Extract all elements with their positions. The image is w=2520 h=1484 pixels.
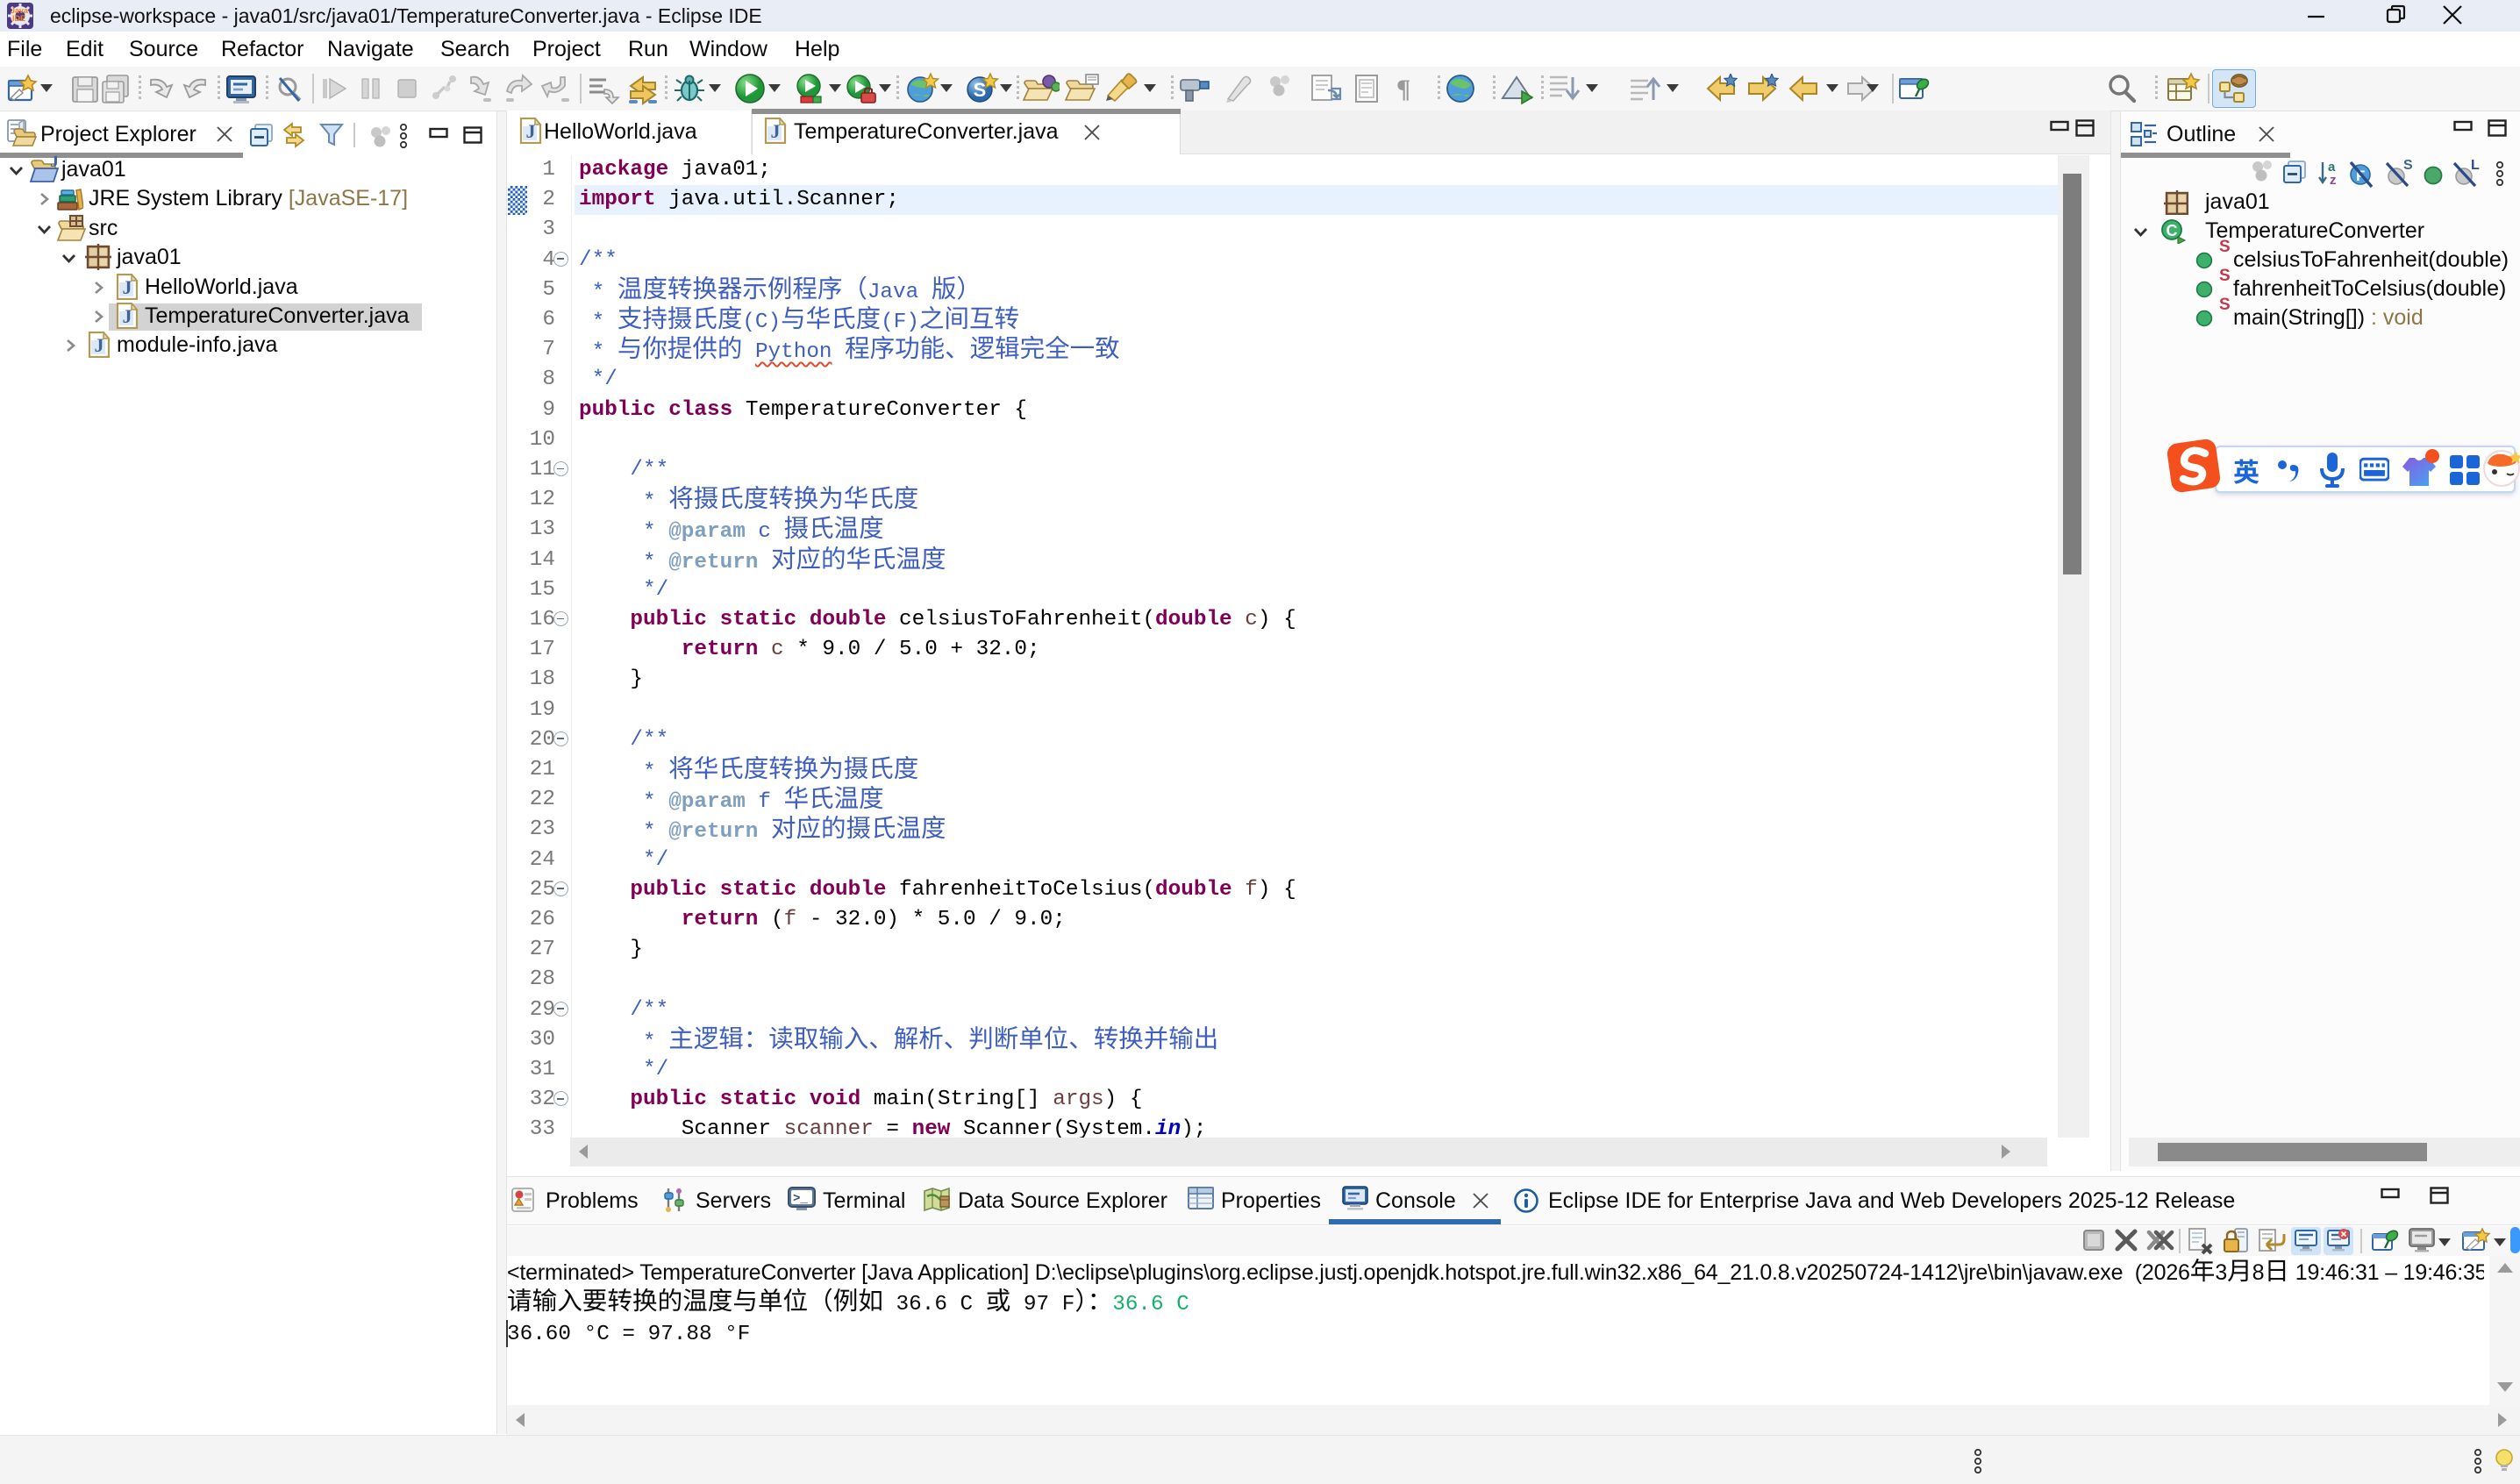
svg-text:¶: ¶: [1396, 75, 1410, 103]
svg-text:J: J: [771, 120, 781, 142]
svg-text:>_: >_: [793, 1192, 808, 1206]
svg-text:L: L: [2471, 159, 2480, 173]
svg-text:J: J: [123, 305, 132, 327]
svg-text:C: C: [2167, 222, 2178, 239]
svg-text:J: J: [526, 120, 536, 142]
svg-text:z: z: [2330, 173, 2337, 187]
svg-text:S: S: [2403, 159, 2412, 173]
svg-text:J: J: [50, 156, 59, 171]
svg-text:S: S: [974, 79, 987, 101]
svg-text:J: J: [95, 334, 104, 356]
svg-text:IDE: IDE: [12, 14, 25, 23]
svg-text:J: J: [123, 276, 132, 298]
